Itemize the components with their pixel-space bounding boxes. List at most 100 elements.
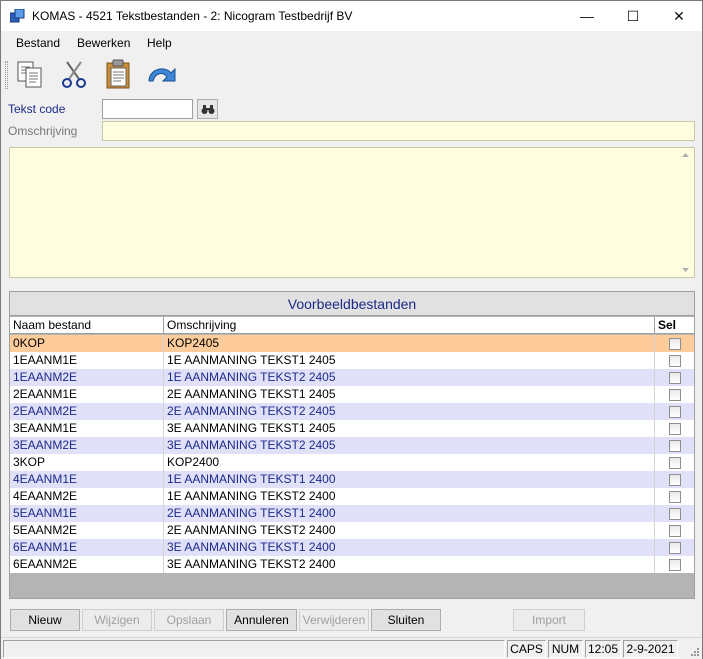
status-message bbox=[3, 640, 505, 658]
cell-name: 3EAANM1E bbox=[10, 420, 164, 437]
select-checkbox[interactable] bbox=[669, 338, 681, 350]
maximize-button[interactable]: ☐ bbox=[610, 1, 656, 31]
cell-name: 4EAANM1E bbox=[10, 471, 164, 488]
column-header-name[interactable]: Naam bestand bbox=[10, 317, 164, 334]
cell-description: 3E AANMANING TEKST2 2405 bbox=[164, 437, 655, 454]
table-row[interactable]: 1EAANM2E 1E AANMANING TEKST2 2405 bbox=[10, 369, 694, 386]
table-row[interactable]: 5EAANM2E 2E AANMANING TEKST2 2400 bbox=[10, 522, 694, 539]
column-header-sel[interactable]: Sel bbox=[655, 317, 694, 334]
cell-name: 3KOP bbox=[10, 454, 164, 471]
cell-name: 2EAANM1E bbox=[10, 386, 164, 403]
cell-name: 6EAANM1E bbox=[10, 539, 164, 556]
sluiten-button[interactable]: Sluiten bbox=[371, 609, 441, 631]
close-icon: ✕ bbox=[673, 7, 685, 24]
cell-description: 2E AANMANING TEKST2 2405 bbox=[164, 403, 655, 420]
table-row[interactable]: 3EAANM1E 3E AANMANING TEKST1 2405 bbox=[10, 420, 694, 437]
verwijderen-button[interactable]: Verwijderen bbox=[299, 609, 369, 631]
minimize-button[interactable]: — bbox=[564, 1, 610, 31]
select-checkbox[interactable] bbox=[669, 525, 681, 537]
table-row[interactable]: 1EAANM1E 1E AANMANING TEKST1 2405 bbox=[10, 352, 694, 369]
undo-icon bbox=[148, 67, 176, 82]
cell-description: 3E AANMANING TEKST1 2400 bbox=[164, 539, 655, 556]
select-checkbox[interactable] bbox=[669, 423, 681, 435]
select-checkbox[interactable] bbox=[669, 491, 681, 503]
column-header-description[interactable]: Omschrijving bbox=[164, 317, 655, 334]
paste-button[interactable] bbox=[101, 57, 135, 91]
scroll-down-icon bbox=[682, 268, 689, 272]
resize-grip-icon[interactable] bbox=[690, 647, 700, 657]
select-checkbox[interactable] bbox=[669, 559, 681, 571]
tekst-code-input[interactable] bbox=[102, 99, 193, 119]
copy-icon bbox=[17, 61, 42, 88]
title-bar: KOMAS - 4521 Tekstbestanden - 2: Nicogra… bbox=[1, 1, 702, 31]
opslaan-button[interactable]: Opslaan bbox=[154, 609, 224, 631]
table-row[interactable]: 2EAANM2E 2E AANMANING TEKST2 2405 bbox=[10, 403, 694, 420]
time-display: 12:05 bbox=[585, 640, 621, 658]
table-row[interactable]: 6EAANM2E 3E AANMANING TEKST2 2400 bbox=[10, 556, 694, 573]
omschrijving-input[interactable] bbox=[102, 121, 695, 141]
text-memo[interactable] bbox=[9, 147, 695, 278]
cell-description: 1E AANMANING TEKST2 2400 bbox=[164, 488, 655, 505]
select-checkbox[interactable] bbox=[669, 355, 681, 367]
select-checkbox[interactable] bbox=[669, 474, 681, 486]
annuleren-button[interactable]: Annuleren bbox=[226, 609, 297, 631]
menu-bestand[interactable]: Bestand bbox=[16, 36, 60, 50]
table-row[interactable]: 3KOP KOP2400 bbox=[10, 454, 694, 471]
cell-description: 2E AANMANING TEKST1 2405 bbox=[164, 386, 655, 403]
cell-description: 1E AANMANING TEKST1 2400 bbox=[164, 471, 655, 488]
grid-header: Naam bestand Omschrijving Sel bbox=[10, 317, 694, 334]
menu-bewerken[interactable]: Bewerken bbox=[77, 36, 130, 50]
cell-name: 5EAANM2E bbox=[10, 522, 164, 539]
cell-description: 2E AANMANING TEKST1 2400 bbox=[164, 505, 655, 522]
window-title: KOMAS - 4521 Tekstbestanden - 2: Nicogra… bbox=[32, 9, 353, 23]
status-bar: CAPS NUM 12:05 2-9-2021 bbox=[1, 637, 702, 659]
app-icon bbox=[9, 8, 25, 23]
cell-name: 6EAANM2E bbox=[10, 556, 164, 573]
table-row[interactable]: 6EAANM1E 3E AANMANING TEKST1 2400 bbox=[10, 539, 694, 556]
select-checkbox[interactable] bbox=[669, 457, 681, 469]
files-grid: Voorbeeldbestanden Naam bestand Omschrij… bbox=[9, 291, 695, 599]
toolbar-grip bbox=[5, 61, 8, 89]
table-row[interactable]: 5EAANM1E 2E AANMANING TEKST1 2400 bbox=[10, 505, 694, 522]
caps-indicator: CAPS bbox=[507, 640, 546, 658]
cell-description: KOP2400 bbox=[164, 454, 655, 471]
num-indicator: NUM bbox=[548, 640, 583, 658]
nieuw-button[interactable]: Nieuw bbox=[10, 609, 80, 631]
cut-button[interactable] bbox=[57, 57, 91, 91]
cell-description: 2E AANMANING TEKST2 2400 bbox=[164, 522, 655, 539]
maximize-icon: ☐ bbox=[626, 7, 640, 24]
cell-description: 3E AANMANING TEKST1 2405 bbox=[164, 420, 655, 437]
select-checkbox[interactable] bbox=[669, 372, 681, 384]
table-row[interactable]: 4EAANM2E 1E AANMANING TEKST2 2400 bbox=[10, 488, 694, 505]
select-checkbox[interactable] bbox=[669, 508, 681, 520]
select-checkbox[interactable] bbox=[669, 389, 681, 401]
cell-name: 3EAANM2E bbox=[10, 437, 164, 454]
select-checkbox[interactable] bbox=[669, 440, 681, 452]
table-row[interactable]: 2EAANM1E 2E AANMANING TEKST1 2405 bbox=[10, 386, 694, 403]
tekst-code-label: Tekst code bbox=[8, 102, 66, 116]
cell-name: 2EAANM2E bbox=[10, 403, 164, 420]
cell-name: 1EAANM1E bbox=[10, 352, 164, 369]
cell-name: 4EAANM2E bbox=[10, 488, 164, 505]
close-button[interactable]: ✕ bbox=[656, 1, 702, 31]
table-row[interactable]: 0KOP KOP2405 bbox=[10, 335, 694, 352]
scroll-up-icon bbox=[682, 153, 689, 157]
table-row[interactable]: 4EAANM1E 1E AANMANING TEKST1 2400 bbox=[10, 471, 694, 488]
import-button[interactable]: Import bbox=[513, 609, 585, 631]
copy-button[interactable] bbox=[13, 57, 47, 91]
select-checkbox[interactable] bbox=[669, 542, 681, 554]
cell-name: 0KOP bbox=[10, 335, 164, 352]
toolbar bbox=[1, 55, 702, 93]
undo-button[interactable] bbox=[145, 57, 179, 91]
minimize-icon: — bbox=[580, 8, 594, 24]
menu-help[interactable]: Help bbox=[147, 36, 172, 50]
grid-body: 0KOP KOP2405 1EAANM1E 1E AANMANING TEKST1 2… bbox=[10, 335, 694, 573]
cell-description: KOP2405 bbox=[164, 335, 655, 352]
select-checkbox[interactable] bbox=[669, 406, 681, 418]
wijzigen-button[interactable]: Wijzigen bbox=[82, 609, 152, 631]
binoculars-icon bbox=[201, 104, 214, 114]
menu-bar: Bestand Bewerken Help bbox=[1, 32, 702, 54]
search-button[interactable] bbox=[197, 99, 218, 119]
table-row[interactable]: 3EAANM2E 3E AANMANING TEKST2 2405 bbox=[10, 437, 694, 454]
memo-scrollbar[interactable] bbox=[677, 148, 694, 277]
